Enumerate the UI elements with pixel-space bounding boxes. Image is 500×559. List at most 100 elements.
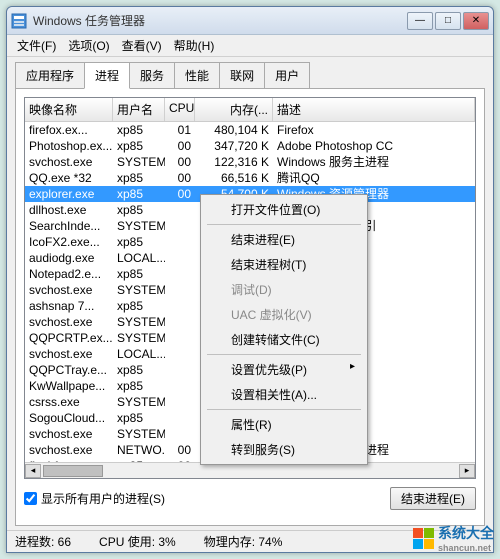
cell-user: SYSTEM (113, 218, 165, 234)
cell-name: svchost.exe (25, 314, 113, 330)
cell-cpu: 00 (165, 170, 195, 186)
cell-user: SYSTEM (113, 314, 165, 330)
table-row[interactable]: Photoshop.ex...xp8500347,720 KAdobe Phot… (25, 138, 475, 154)
menu-help[interactable]: 帮助(H) (168, 35, 221, 56)
context-menu-item[interactable]: 结束进程(E) (203, 227, 365, 252)
window-controls: — □ ✕ (407, 12, 489, 30)
cell-cpu (165, 250, 195, 266)
tab-performance[interactable]: 性能 (174, 62, 220, 89)
cell-desc: Firefox (273, 122, 475, 138)
context-menu-item[interactable]: 转到服务(S) (203, 437, 365, 462)
cell-user: xp85 (113, 122, 165, 138)
cell-mem: 66,516 K (195, 170, 273, 186)
minimize-button[interactable]: — (407, 12, 433, 30)
tab-networking[interactable]: 联网 (219, 62, 265, 89)
menubar: 文件(F) 选项(O) 查看(V) 帮助(H) (7, 35, 493, 57)
col-header-name[interactable]: 映像名称 (25, 98, 113, 121)
maximize-button[interactable]: □ (435, 12, 461, 30)
tab-users[interactable]: 用户 (264, 62, 310, 89)
context-menu-item[interactable]: 打开文件位置(O) (203, 197, 365, 222)
app-icon (11, 13, 27, 29)
cell-user: xp85 (113, 138, 165, 154)
context-menu-item[interactable]: 结束进程树(T) (203, 252, 365, 277)
cell-desc: Adobe Photoshop CC (273, 138, 475, 154)
menu-file[interactable]: 文件(F) (11, 35, 62, 56)
cell-name: Photoshop.ex... (25, 138, 113, 154)
tab-strip: 应用程序 进程 服务 性能 联网 用户 (7, 57, 493, 88)
list-header[interactable]: 映像名称 用户名 CPU 内存(... 描述 (25, 98, 475, 122)
cell-mem: 347,720 K (195, 138, 273, 154)
cell-name: svchost.exe (25, 154, 113, 170)
cell-desc: Windows 服务主进程 (273, 154, 475, 170)
window-title: Windows 任务管理器 (33, 12, 407, 29)
cell-name: svchost.exe (25, 426, 113, 442)
watermark: 系统大全 shancun.net (413, 523, 494, 553)
end-process-button[interactable]: 结束进程(E) (390, 487, 476, 510)
cell-user: SYSTEM (113, 282, 165, 298)
cell-cpu (165, 298, 195, 314)
menu-options[interactable]: 选项(O) (62, 35, 115, 56)
watermark-text: 系统大全 (438, 525, 494, 541)
cell-user: xp85 (113, 186, 165, 202)
cell-desc: 腾讯QQ (273, 170, 475, 186)
cell-name: explorer.exe (25, 186, 113, 202)
context-menu-separator (207, 224, 361, 225)
cell-cpu (165, 218, 195, 234)
cell-name: ashsnap 7... (25, 298, 113, 314)
show-all-users-checkbox[interactable]: 显示所有用户的进程(S) (24, 490, 165, 507)
cell-name: QQPCRTP.ex... (25, 330, 113, 346)
col-header-description[interactable]: 描述 (273, 98, 475, 121)
cell-cpu (165, 234, 195, 250)
cell-user: SYSTEM (113, 154, 165, 170)
cell-name: SogouCloud... (25, 410, 113, 426)
cell-user: SYSTEM (113, 394, 165, 410)
context-menu-item[interactable]: 属性(R) (203, 412, 365, 437)
cell-user: NETWO... (113, 442, 165, 458)
table-row[interactable]: svchost.exeSYSTEM00122,316 KWindows 服务主进… (25, 154, 475, 170)
watermark-logo-icon (413, 528, 434, 549)
close-button[interactable]: ✕ (463, 12, 489, 30)
context-menu-separator (207, 409, 361, 410)
cell-user: xp85 (113, 202, 165, 218)
cell-cpu: 01 (165, 122, 195, 138)
table-row[interactable]: firefox.ex...xp8501480,104 KFirefox (25, 122, 475, 138)
cell-user: xp85 (113, 298, 165, 314)
tab-processes[interactable]: 进程 (84, 62, 130, 89)
status-cpu-usage: CPU 使用: 3% (99, 533, 176, 550)
cell-name: svchost.exe (25, 442, 113, 458)
cell-user: SYSTEM (113, 330, 165, 346)
scroll-left-button[interactable]: ◂ (25, 464, 41, 478)
context-menu-item: UAC 虚拟化(V) (203, 302, 365, 327)
cell-name: csrss.exe (25, 394, 113, 410)
cell-cpu (165, 426, 195, 442)
col-header-cpu[interactable]: CPU (165, 98, 195, 121)
cell-name: audiodg.exe (25, 250, 113, 266)
tab-services[interactable]: 服务 (129, 62, 175, 89)
cell-cpu (165, 410, 195, 426)
cell-name: firefox.ex... (25, 122, 113, 138)
cell-cpu (165, 202, 195, 218)
scroll-right-button[interactable]: ▸ (459, 464, 475, 478)
context-menu-item[interactable]: 创建转储文件(C) (203, 327, 365, 352)
titlebar[interactable]: Windows 任务管理器 — □ ✕ (7, 7, 493, 35)
cell-name: QQPCTray.e... (25, 362, 113, 378)
status-process-count: 进程数: 66 (15, 533, 71, 550)
context-menu-separator (207, 354, 361, 355)
context-menu-item[interactable]: 设置相关性(A)... (203, 382, 365, 407)
col-header-memory[interactable]: 内存(... (195, 98, 273, 121)
cell-mem: 480,104 K (195, 122, 273, 138)
context-menu-item[interactable]: 设置优先级(P) (203, 357, 365, 382)
context-menu[interactable]: 打开文件位置(O)结束进程(E)结束进程树(T)调试(D)UAC 虚拟化(V)创… (200, 194, 368, 465)
cell-cpu (165, 394, 195, 410)
show-all-users-input[interactable] (24, 492, 37, 505)
scroll-thumb[interactable] (43, 465, 103, 477)
cell-user: xp85 (113, 234, 165, 250)
cell-user: xp85 (113, 266, 165, 282)
cell-name: svchost.exe (25, 282, 113, 298)
status-memory-usage: 物理内存: 74% (204, 533, 283, 550)
col-header-user[interactable]: 用户名 (113, 98, 165, 121)
table-row[interactable]: QQ.exe *32xp850066,516 K腾讯QQ (25, 170, 475, 186)
tab-applications[interactable]: 应用程序 (15, 62, 85, 89)
menu-view[interactable]: 查看(V) (116, 35, 168, 56)
cell-cpu: 00 (165, 138, 195, 154)
